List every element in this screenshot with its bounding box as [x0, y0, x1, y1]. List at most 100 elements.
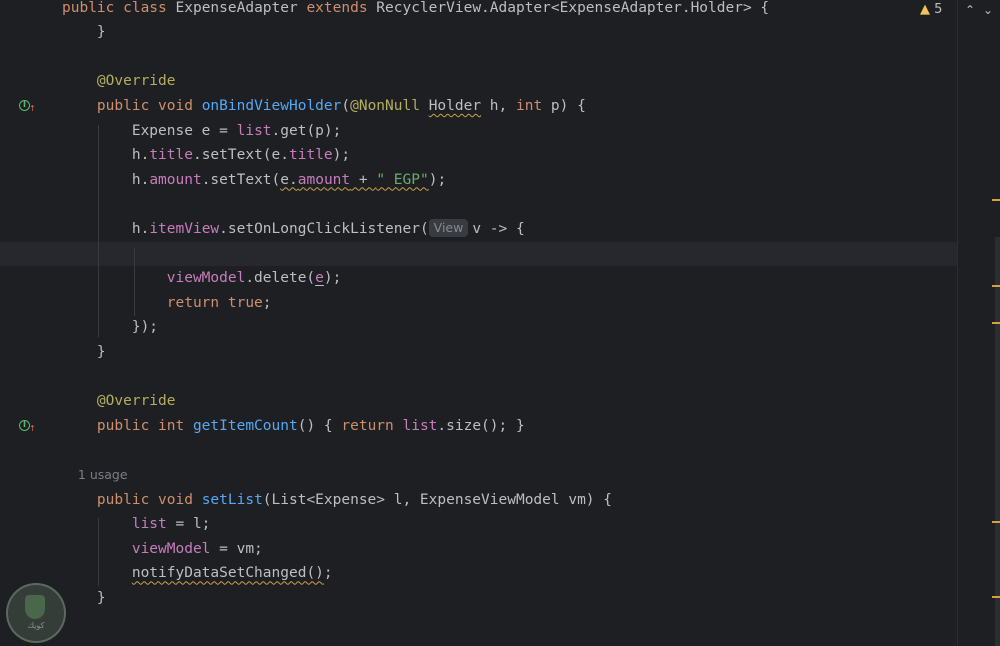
code-token: h.	[62, 171, 150, 188]
code-token: getItemCount	[192, 417, 298, 434]
code-token: ;	[323, 565, 333, 582]
code-token: @Override	[62, 393, 176, 410]
warnings-indicator[interactable]: ▲ 5	[920, 0, 942, 20]
code-token: () {	[297, 417, 342, 434]
code-line[interactable]: 38 });	[0, 315, 957, 340]
code-line[interactable]: 40	[0, 365, 957, 390]
code-token: });	[62, 319, 159, 336]
code-token: ;	[262, 294, 272, 311]
code-line[interactable]: 41 @Override	[0, 389, 957, 414]
code-line[interactable]: 45 list = l;	[0, 512, 957, 537]
code-token: );	[332, 147, 351, 164]
code-token: = l;	[166, 516, 211, 533]
vertical-scrollbar[interactable]	[995, 237, 1000, 646]
code-line[interactable]: 30 Expense e = list.get(p);	[0, 119, 957, 144]
code-token: list	[402, 417, 438, 434]
warning-stripe[interactable]	[992, 285, 1000, 287]
code-token: list	[236, 122, 272, 139]
code-token-warning: amount	[297, 171, 351, 188]
code-line[interactable]: 39 }	[0, 340, 957, 365]
next-warning-button[interactable]: ⌄	[983, 0, 993, 20]
code-line[interactable]: 29I↑ public void onBindViewHolder(@NonNu…	[0, 94, 957, 119]
code-text: notifyDataSetChanged();	[62, 561, 333, 586]
code-line[interactable]: 1 usage	[0, 463, 957, 488]
code-line[interactable]: 47 notifyDataSetChanged();	[0, 561, 957, 586]
code-token: e	[315, 270, 324, 287]
code-text: viewModel.delete(e);	[62, 266, 342, 291]
code-token: .setText(e.	[192, 147, 289, 164]
code-token: h,	[481, 97, 516, 114]
code-text: h.title.setText(e.title);	[62, 143, 350, 168]
code-token-warning: notifyDataSetChanged()	[131, 565, 324, 582]
code-token: (List<Expense> l, ExpenseViewModel vm) {	[262, 491, 612, 508]
code-text: return true;	[62, 291, 272, 316]
warning-triangle-icon: ▲	[920, 2, 930, 17]
code-token: .setText(	[201, 171, 281, 188]
warning-stripe[interactable]	[992, 596, 1000, 598]
code-line[interactable]: 25public class ExpenseAdapter extends Re…	[0, 0, 957, 20]
code-token: );	[323, 270, 342, 287]
code-text: h.itemView.setOnLongClickListener(View v …	[62, 217, 525, 242]
usage-hint[interactable]: 1 usage	[62, 467, 128, 482]
code-line[interactable]: 48 }	[0, 586, 957, 611]
code-token: = vm;	[210, 540, 263, 557]
code-line[interactable]: 32 h.amount.setText(e.amount + " EGP");	[0, 168, 957, 193]
code-token: }	[62, 589, 106, 606]
indent-guide	[98, 518, 99, 586]
code-token: extends	[306, 0, 377, 16]
code-line[interactable]: 46 viewModel = vm;	[0, 537, 957, 562]
code-line[interactable]: 37 return true;	[0, 291, 957, 316]
code-token: h.	[62, 147, 150, 164]
warning-stripe[interactable]	[992, 521, 1000, 523]
code-token: }	[62, 343, 106, 360]
warning-count: 5	[934, 2, 943, 17]
code-line[interactable]: 31 h.title.setText(e.title);	[0, 143, 957, 168]
code-text: @Override	[62, 389, 176, 414]
code-token: public void	[62, 491, 202, 508]
code-token: setList	[201, 491, 263, 508]
code-editor[interactable]: 25public class ExpenseAdapter extends Re…	[0, 0, 1000, 646]
code-token-warning: e.	[280, 171, 298, 188]
code-line[interactable]: 27	[0, 45, 957, 70]
code-token: public void	[62, 97, 202, 114]
warning-stripe[interactable]	[992, 322, 1000, 324]
code-token: p) {	[550, 97, 586, 114]
code-token-warning: +	[350, 171, 377, 188]
code-line[interactable]: 26 }	[0, 20, 957, 45]
watermark-logo: كويك	[6, 583, 66, 643]
code-token: public int	[62, 417, 193, 434]
code-token: int	[516, 97, 551, 114]
code-text: public class ExpenseAdapter extends Recy…	[62, 0, 769, 20]
code-text: @Override	[62, 69, 176, 94]
code-text: });	[62, 315, 158, 340]
code-text: Expense e = list.get(p);	[62, 119, 342, 144]
code-token: amount	[149, 171, 202, 188]
code-line[interactable]: 34 h.itemView.setOnLongClickListener(Vie…	[0, 217, 957, 242]
code-token: return	[341, 417, 403, 434]
code-token: h.	[62, 220, 150, 237]
right-margin-line	[957, 0, 958, 646]
code-line[interactable]: 49	[0, 611, 957, 636]
code-line[interactable]: 43	[0, 438, 957, 463]
warning-stripe[interactable]	[992, 199, 1000, 201]
code-text: }	[62, 340, 106, 365]
code-text: h.amount.setText(e.amount + " EGP");	[62, 168, 446, 193]
code-line[interactable]: 35	[0, 241, 957, 267]
code-token: Expense e =	[62, 122, 237, 139]
code-line[interactable]: 42I↑ public int getItemCount() { return …	[0, 414, 957, 439]
code-text: list = l;	[62, 512, 211, 537]
code-line[interactable]: 36 viewModel.delete(e);	[0, 266, 957, 291]
code-line[interactable]: 33	[0, 192, 957, 217]
code-line[interactable]: 44 public void setList(List<Expense> l, …	[0, 488, 957, 513]
code-text: viewModel = vm;	[62, 537, 263, 562]
code-token: }	[62, 24, 106, 41]
code-token: viewModel	[62, 270, 246, 287]
code-token: list	[62, 516, 167, 533]
code-text: 1 usage	[62, 463, 128, 488]
code-token: itemView	[149, 220, 220, 237]
previous-warning-button[interactable]: ⌃	[965, 0, 975, 20]
shield-logo-icon	[25, 595, 45, 619]
code-line[interactable]: 28 @Override	[0, 69, 957, 94]
indent-guide	[134, 248, 135, 316]
